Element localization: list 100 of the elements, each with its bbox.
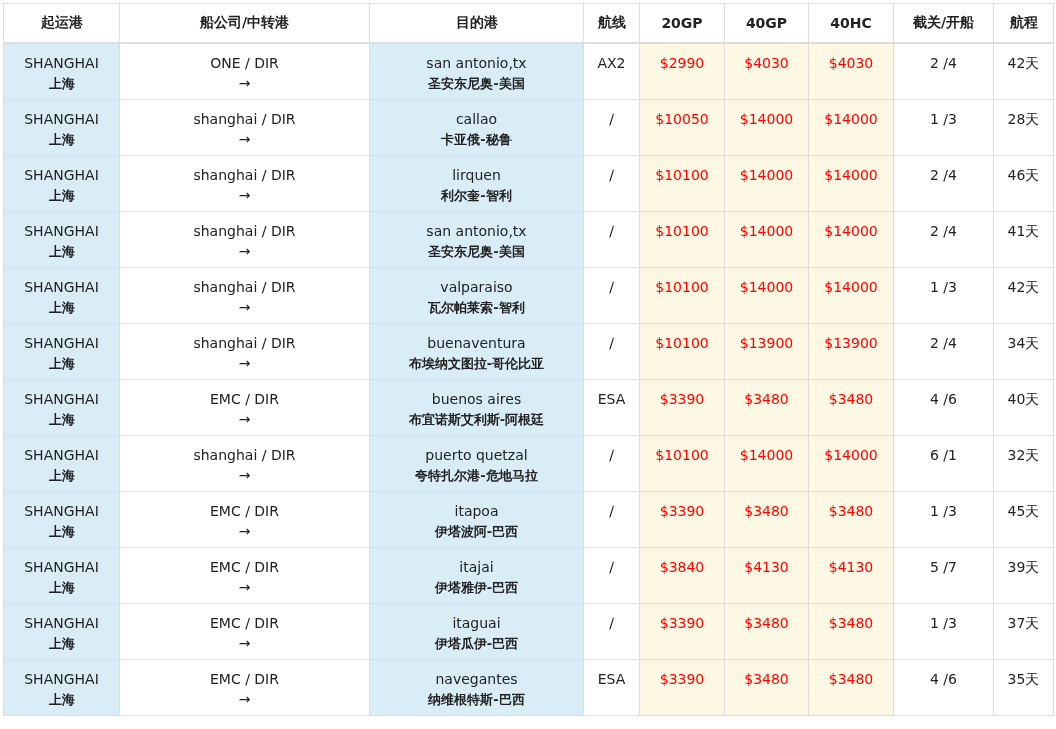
origin-cell: SHANGHAI 上海 bbox=[3, 379, 120, 435]
schedule-cell: 5 /7 bbox=[893, 547, 994, 603]
route-cell: / bbox=[583, 99, 640, 155]
price-cell: $14000 bbox=[808, 435, 894, 491]
price-cell: $10100 bbox=[639, 211, 725, 267]
carrier-cell: EMC / DIR → bbox=[119, 659, 370, 715]
price-cell: $14000 bbox=[724, 435, 809, 491]
schedule-cell: 1 /3 bbox=[893, 99, 994, 155]
route-cell: / bbox=[583, 267, 640, 323]
price-cell: $3480 bbox=[724, 603, 809, 659]
column-header: 截关/开船 bbox=[893, 3, 994, 43]
carrier-cell: EMC / DIR → bbox=[119, 491, 370, 547]
destination-cell: puerto quetzal 夸特扎尔港-危地马拉 bbox=[369, 435, 584, 491]
carrier-cell: ONE / DIR → bbox=[119, 43, 370, 99]
column-header: 航程 bbox=[993, 3, 1054, 43]
origin-cell: SHANGHAI 上海 bbox=[3, 43, 120, 99]
destination-cell: buenos aires 布宜诺斯艾利斯-阿根廷 bbox=[369, 379, 584, 435]
schedule-cell: 4 /6 bbox=[893, 379, 994, 435]
price-cell: $3480 bbox=[724, 491, 809, 547]
price-cell: $3390 bbox=[639, 659, 725, 715]
destination-cell: lirquen 利尔奎-智利 bbox=[369, 155, 584, 211]
carrier-cell: shanghai / DIR → bbox=[119, 267, 370, 323]
price-cell: $13900 bbox=[724, 323, 809, 379]
schedule-cell: 2 /4 bbox=[893, 323, 994, 379]
transit-time-cell: 32天 bbox=[993, 435, 1054, 491]
price-cell: $14000 bbox=[724, 99, 809, 155]
carrier-cell: shanghai / DIR → bbox=[119, 323, 370, 379]
price-cell: $10050 bbox=[639, 99, 725, 155]
price-cell: $4030 bbox=[808, 43, 894, 99]
carrier-cell: shanghai / DIR → bbox=[119, 435, 370, 491]
schedule-cell: 6 /1 bbox=[893, 435, 994, 491]
schedule-cell: 2 /4 bbox=[893, 43, 994, 99]
destination-cell: itaguai 伊塔瓜伊-巴西 bbox=[369, 603, 584, 659]
carrier-cell: shanghai / DIR → bbox=[119, 155, 370, 211]
route-cell: ESA bbox=[583, 379, 640, 435]
destination-cell: callao 卡亚俄-秘鲁 bbox=[369, 99, 584, 155]
route-cell: / bbox=[583, 435, 640, 491]
price-cell: $14000 bbox=[808, 211, 894, 267]
origin-cell: SHANGHAI 上海 bbox=[3, 435, 120, 491]
carrier-cell: EMC / DIR → bbox=[119, 379, 370, 435]
destination-cell: itapoa 伊塔波阿-巴西 bbox=[369, 491, 584, 547]
schedule-cell: 2 /4 bbox=[893, 155, 994, 211]
origin-cell: SHANGHAI 上海 bbox=[3, 659, 120, 715]
transit-time-cell: 42天 bbox=[993, 267, 1054, 323]
price-cell: $3480 bbox=[724, 379, 809, 435]
transit-time-cell: 46天 bbox=[993, 155, 1054, 211]
schedule-cell: 2 /4 bbox=[893, 211, 994, 267]
route-cell: / bbox=[583, 323, 640, 379]
origin-cell: SHANGHAI 上海 bbox=[3, 491, 120, 547]
schedule-cell: 4 /6 bbox=[893, 659, 994, 715]
price-cell: $10100 bbox=[639, 155, 725, 211]
schedule-cell: 1 /3 bbox=[893, 267, 994, 323]
destination-cell: itajai 伊塔雅伊-巴西 bbox=[369, 547, 584, 603]
destination-cell: san antonio,tx 圣安东尼奥-美国 bbox=[369, 43, 584, 99]
price-cell: $14000 bbox=[724, 211, 809, 267]
price-cell: $14000 bbox=[808, 99, 894, 155]
price-cell: $3480 bbox=[808, 603, 894, 659]
transit-time-cell: 39天 bbox=[993, 547, 1054, 603]
route-cell: AX2 bbox=[583, 43, 640, 99]
destination-cell: navegantes 纳维根特斯-巴西 bbox=[369, 659, 584, 715]
route-cell: / bbox=[583, 547, 640, 603]
route-cell: ESA bbox=[583, 659, 640, 715]
origin-cell: SHANGHAI 上海 bbox=[3, 547, 120, 603]
transit-time-cell: 37天 bbox=[993, 603, 1054, 659]
transit-time-cell: 40天 bbox=[993, 379, 1054, 435]
price-cell: $10100 bbox=[639, 323, 725, 379]
price-cell: $13900 bbox=[808, 323, 894, 379]
price-cell: $14000 bbox=[724, 267, 809, 323]
price-cell: $3480 bbox=[808, 379, 894, 435]
destination-cell: san antonio,tx 圣安东尼奥-美国 bbox=[369, 211, 584, 267]
carrier-cell: EMC / DIR → bbox=[119, 603, 370, 659]
transit-time-cell: 34天 bbox=[993, 323, 1054, 379]
price-cell: $3840 bbox=[639, 547, 725, 603]
column-header: 航线 bbox=[583, 3, 640, 43]
transit-time-cell: 28天 bbox=[993, 99, 1054, 155]
destination-cell: valparaiso 瓦尔帕莱索-智利 bbox=[369, 267, 584, 323]
transit-time-cell: 41天 bbox=[993, 211, 1054, 267]
origin-cell: SHANGHAI 上海 bbox=[3, 155, 120, 211]
price-cell: $4130 bbox=[724, 547, 809, 603]
price-cell: $14000 bbox=[724, 155, 809, 211]
transit-time-cell: 45天 bbox=[993, 491, 1054, 547]
origin-cell: SHANGHAI 上海 bbox=[3, 603, 120, 659]
route-cell: / bbox=[583, 211, 640, 267]
price-cell: $3390 bbox=[639, 491, 725, 547]
price-cell: $3480 bbox=[808, 491, 894, 547]
price-cell: $14000 bbox=[808, 155, 894, 211]
origin-cell: SHANGHAI 上海 bbox=[3, 99, 120, 155]
price-cell: $3390 bbox=[639, 379, 725, 435]
origin-cell: SHANGHAI 上海 bbox=[3, 267, 120, 323]
carrier-cell: EMC / DIR → bbox=[119, 547, 370, 603]
carrier-cell: shanghai / DIR → bbox=[119, 99, 370, 155]
price-cell: $10100 bbox=[639, 267, 725, 323]
route-cell: / bbox=[583, 603, 640, 659]
price-cell: $3480 bbox=[724, 659, 809, 715]
carrier-cell: shanghai / DIR → bbox=[119, 211, 370, 267]
price-cell: $4130 bbox=[808, 547, 894, 603]
destination-cell: buenaventura 布埃纳文图拉-哥伦比亚 bbox=[369, 323, 584, 379]
price-cell: $4030 bbox=[724, 43, 809, 99]
transit-time-cell: 35天 bbox=[993, 659, 1054, 715]
price-cell: $10100 bbox=[639, 435, 725, 491]
